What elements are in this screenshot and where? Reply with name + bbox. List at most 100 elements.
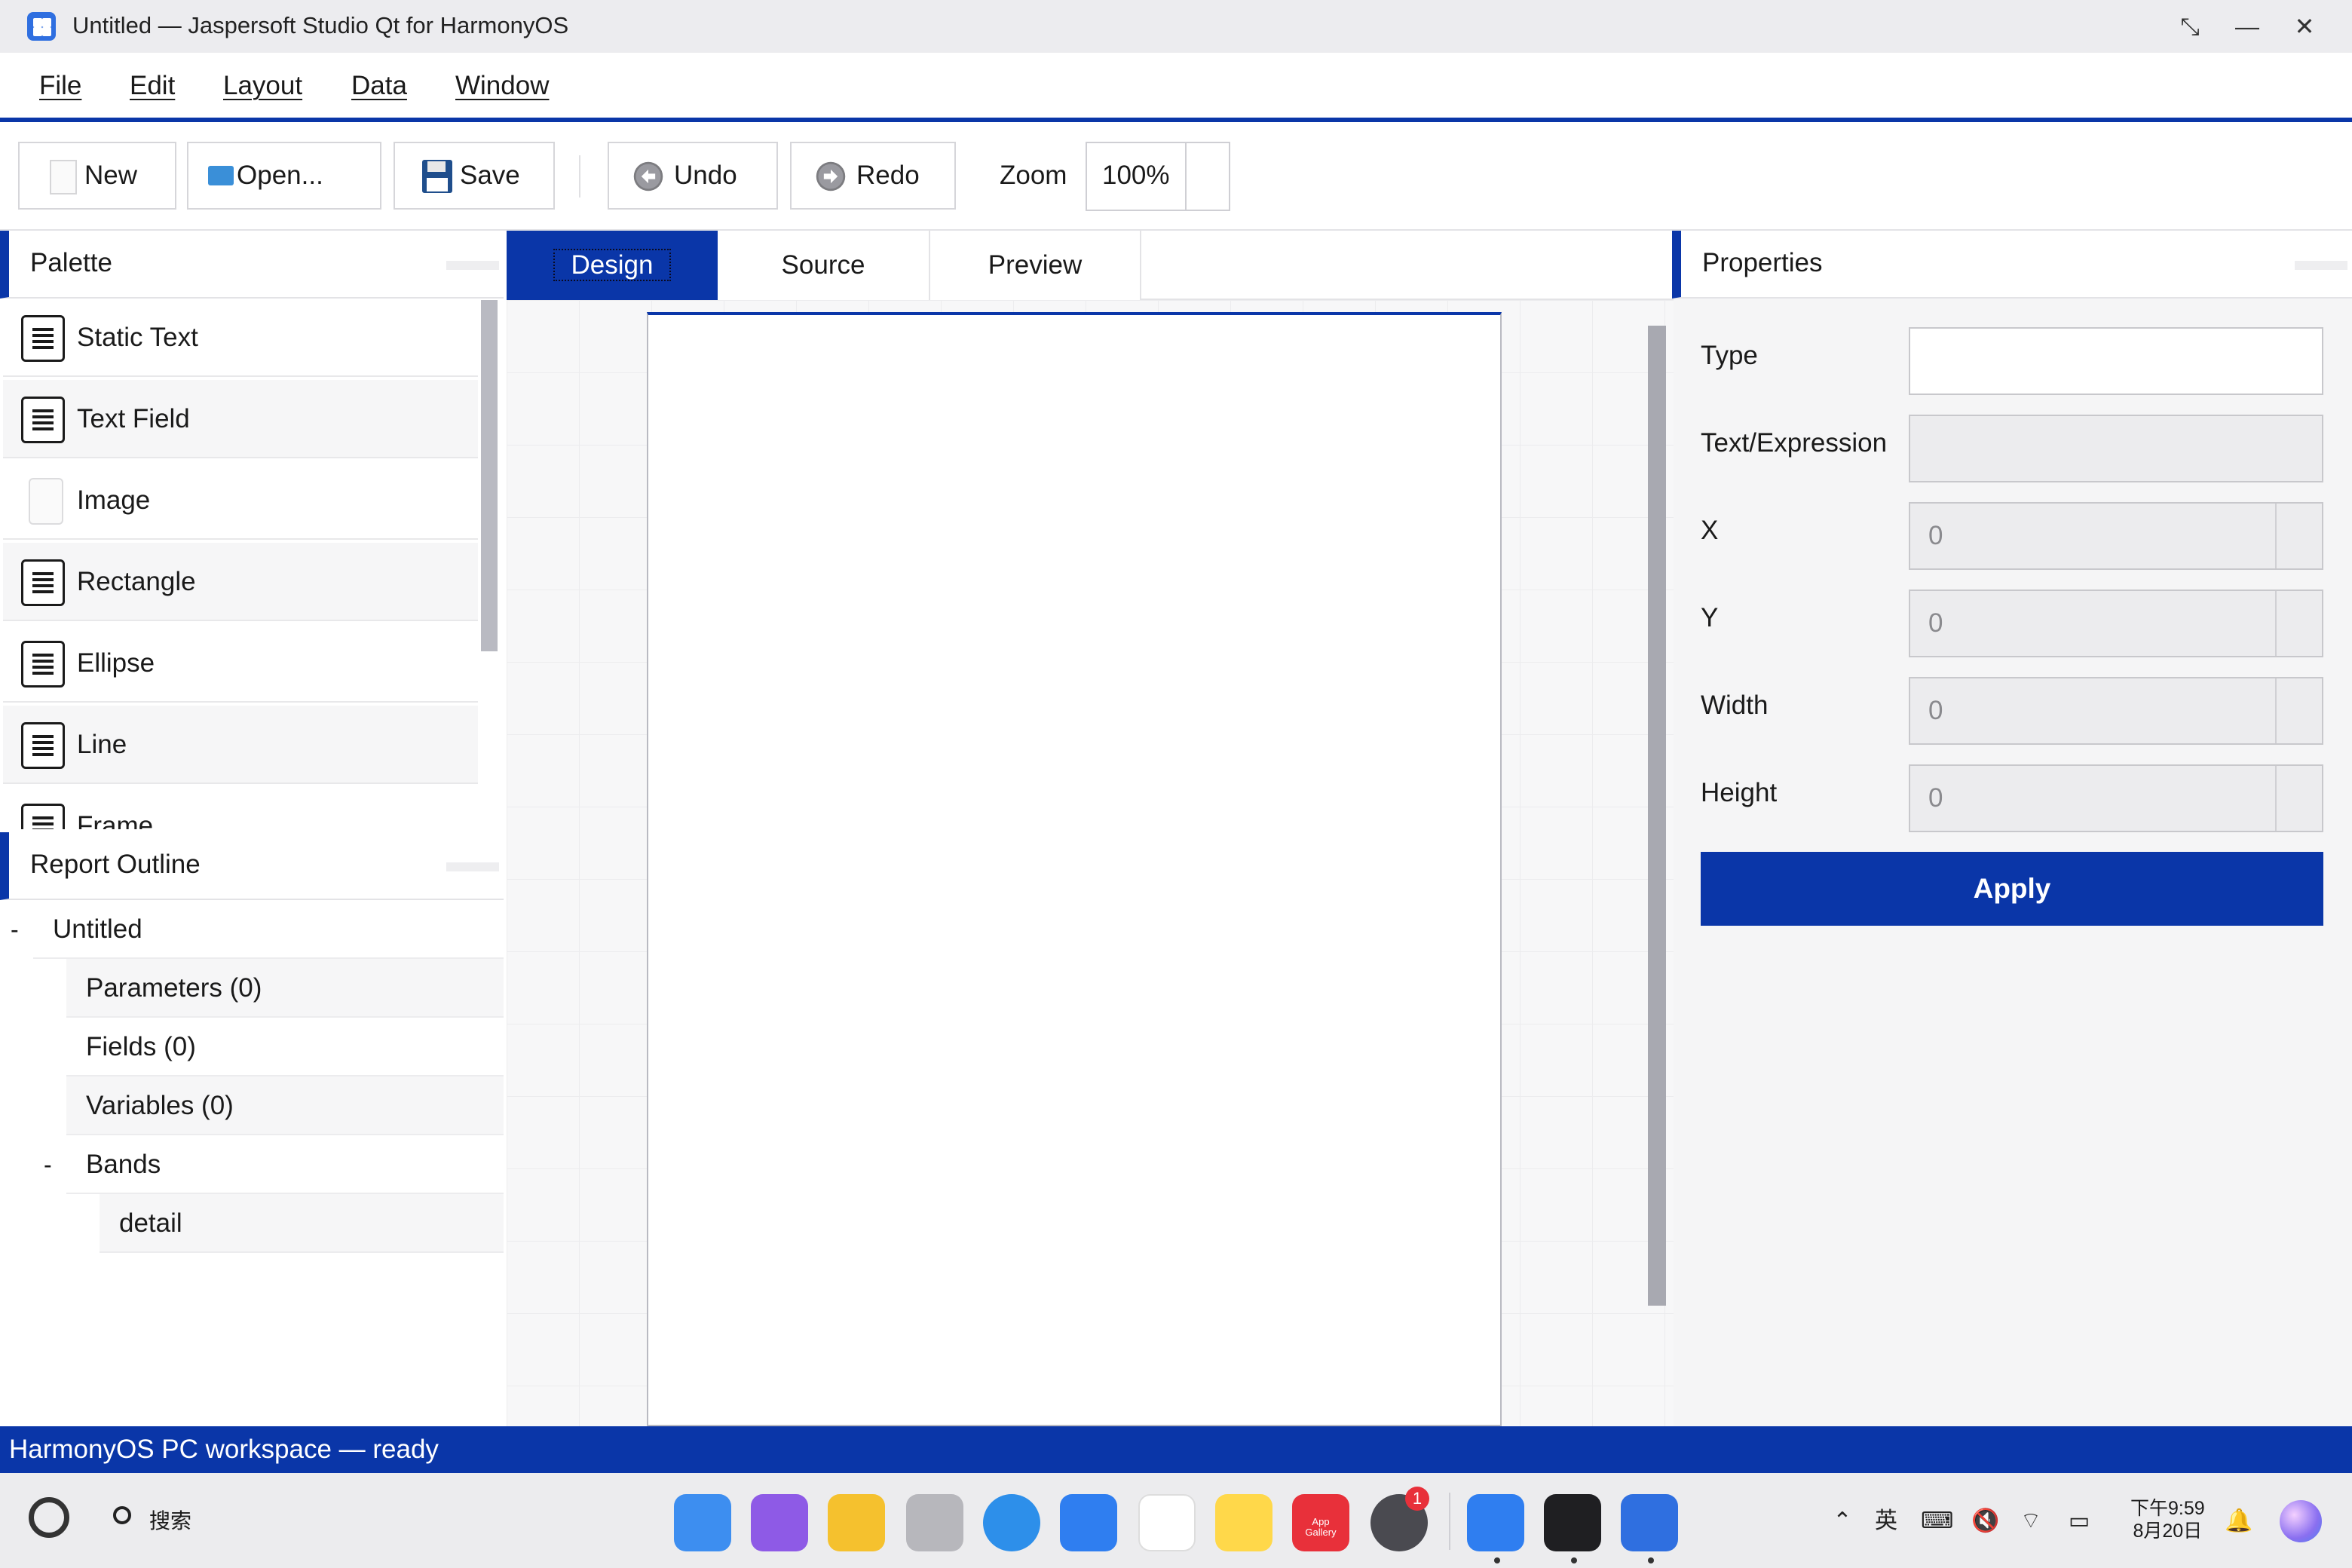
x-spinner[interactable]: [2275, 504, 2322, 568]
canvas-scrollbar[interactable]: [1648, 326, 1666, 1306]
x-field[interactable]: 0: [1909, 502, 2323, 570]
collapse-toggle[interactable]: -: [44, 1135, 52, 1194]
text-expression-field[interactable]: [1909, 415, 2323, 482]
palette-list: Static Text Text Field Image Rectangle E…: [0, 299, 504, 829]
palette-header: Palette: [0, 231, 504, 299]
toolbar-separator: [579, 155, 580, 198]
puzzle-app-icon[interactable]: [1467, 1494, 1524, 1551]
palette-item-static-text[interactable]: Static Text: [3, 299, 478, 377]
notification-badge: 1: [1405, 1487, 1429, 1511]
photos-icon[interactable]: [1138, 1494, 1196, 1551]
x-label: X: [1701, 516, 1719, 545]
text-element-icon: [21, 804, 65, 829]
trash-icon[interactable]: [906, 1494, 963, 1551]
text-element-icon: [21, 315, 65, 362]
keyboard-icon[interactable]: ⌨: [1921, 1505, 1953, 1538]
redo-arrow-icon: [816, 161, 846, 191]
panel-grip[interactable]: [446, 862, 499, 871]
restore-icon[interactable]: ⤡: [2171, 11, 2209, 42]
menu-data[interactable]: Data: [351, 69, 407, 103]
multitask-icon[interactable]: [751, 1494, 808, 1551]
collapse-toggle[interactable]: -: [11, 900, 19, 959]
taskbar-search[interactable]: 搜索: [149, 1505, 191, 1538]
open-button[interactable]: Open...: [187, 142, 381, 210]
assistant-icon[interactable]: [2280, 1500, 2322, 1542]
app-gallery-icon[interactable]: App Gallery: [1292, 1494, 1349, 1551]
height-field[interactable]: 0: [1909, 764, 2323, 832]
close-button[interactable]: ✕: [2286, 11, 2323, 42]
files-icon[interactable]: [828, 1494, 885, 1551]
palette-item-image[interactable]: Image: [3, 461, 478, 540]
app-icon: [27, 12, 56, 41]
outline-detail-band[interactable]: detail: [100, 1194, 504, 1253]
mute-icon[interactable]: 🔇: [1971, 1505, 2001, 1538]
panel-grip[interactable]: [446, 261, 499, 270]
menu-file[interactable]: File: [39, 69, 81, 103]
outline-parameters[interactable]: Parameters (0): [66, 959, 504, 1018]
width-spinner[interactable]: [2275, 678, 2322, 743]
tab-design[interactable]: Design: [507, 231, 718, 300]
jaspersoft-app-icon[interactable]: [1621, 1494, 1678, 1551]
save-button[interactable]: Save: [394, 142, 555, 210]
text-element-icon: [21, 641, 65, 688]
app-launcher-icon[interactable]: [674, 1494, 731, 1551]
report-page[interactable]: [647, 312, 1502, 1426]
menu-layout[interactable]: Layout: [223, 69, 302, 103]
palette-scrollbar[interactable]: [481, 300, 498, 651]
type-field[interactable]: [1909, 327, 2323, 395]
apply-button[interactable]: Apply: [1701, 852, 2323, 926]
tab-preview[interactable]: Preview: [930, 231, 1141, 300]
running-indicator: [1571, 1557, 1577, 1563]
width-label: Width: [1701, 691, 1769, 720]
running-indicator: [1494, 1557, 1500, 1563]
clock-date: 8月20日: [2133, 1521, 2203, 1542]
height-spinner[interactable]: [2275, 766, 2322, 831]
start-button[interactable]: [29, 1497, 69, 1538]
outline-bands[interactable]: Bands: [66, 1135, 504, 1194]
undo-button[interactable]: Undo: [608, 142, 778, 210]
tab-source[interactable]: Source: [718, 231, 930, 300]
battery-icon[interactable]: ▭: [2061, 1505, 2097, 1538]
folder-icon: [208, 166, 234, 185]
outline-variables[interactable]: Variables (0): [66, 1076, 504, 1135]
new-button[interactable]: New: [18, 142, 176, 210]
y-spinner[interactable]: [2275, 591, 2322, 656]
tray-expand-icon[interactable]: ⌃: [1827, 1505, 1857, 1538]
notes-icon[interactable]: [1215, 1494, 1272, 1551]
palette-item-frame[interactable]: Frame: [3, 787, 478, 829]
text-element-icon: [21, 722, 65, 769]
browser-icon[interactable]: [983, 1494, 1040, 1551]
floppy-disk-icon: [422, 160, 452, 193]
terminal-icon[interactable]: [1544, 1494, 1601, 1551]
height-label: Height: [1701, 778, 1778, 807]
text-element-icon: [21, 559, 65, 606]
wifi-icon[interactable]: ⌔: [2016, 1505, 2046, 1538]
clock[interactable]: 下午9:59 8月20日: [2130, 1497, 2205, 1542]
type-label: Type: [1701, 341, 1758, 370]
status-bar: HarmonyOS PC workspace — ready: [0, 1426, 2352, 1473]
undo-arrow-icon: [633, 161, 663, 191]
ime-indicator[interactable]: 英: [1871, 1505, 1901, 1538]
palette-item-text-field[interactable]: Text Field: [3, 380, 478, 458]
panel-grip[interactable]: [2295, 261, 2347, 270]
outline-fields[interactable]: Fields (0): [66, 1018, 504, 1076]
width-field[interactable]: 0: [1909, 677, 2323, 745]
menu-window[interactable]: Window: [455, 69, 549, 103]
outline-title: Report Outline: [30, 850, 201, 879]
redo-button[interactable]: Redo: [790, 142, 956, 210]
palette-item-ellipse[interactable]: Ellipse: [3, 624, 478, 703]
text-element-icon: [21, 397, 65, 443]
palette-item-rectangle[interactable]: Rectangle: [3, 543, 478, 621]
bell-icon[interactable]: 🔔: [2224, 1505, 2254, 1538]
minimize-button[interactable]: —: [2228, 11, 2266, 42]
zoom-value: 100%: [1102, 161, 1170, 190]
palette-item-line[interactable]: Line: [3, 706, 478, 784]
search-icon[interactable]: [113, 1506, 131, 1524]
window-title: Untitled — Jaspersoft Studio Qt for Harm…: [72, 12, 569, 38]
properties-title: Properties: [1702, 248, 1823, 277]
menu-edit[interactable]: Edit: [130, 69, 175, 103]
y-field[interactable]: 0: [1909, 590, 2323, 657]
outline-root[interactable]: Untitled: [33, 900, 504, 959]
zoom-spinner[interactable]: [1185, 143, 1187, 210]
mail-icon[interactable]: [1060, 1494, 1117, 1551]
